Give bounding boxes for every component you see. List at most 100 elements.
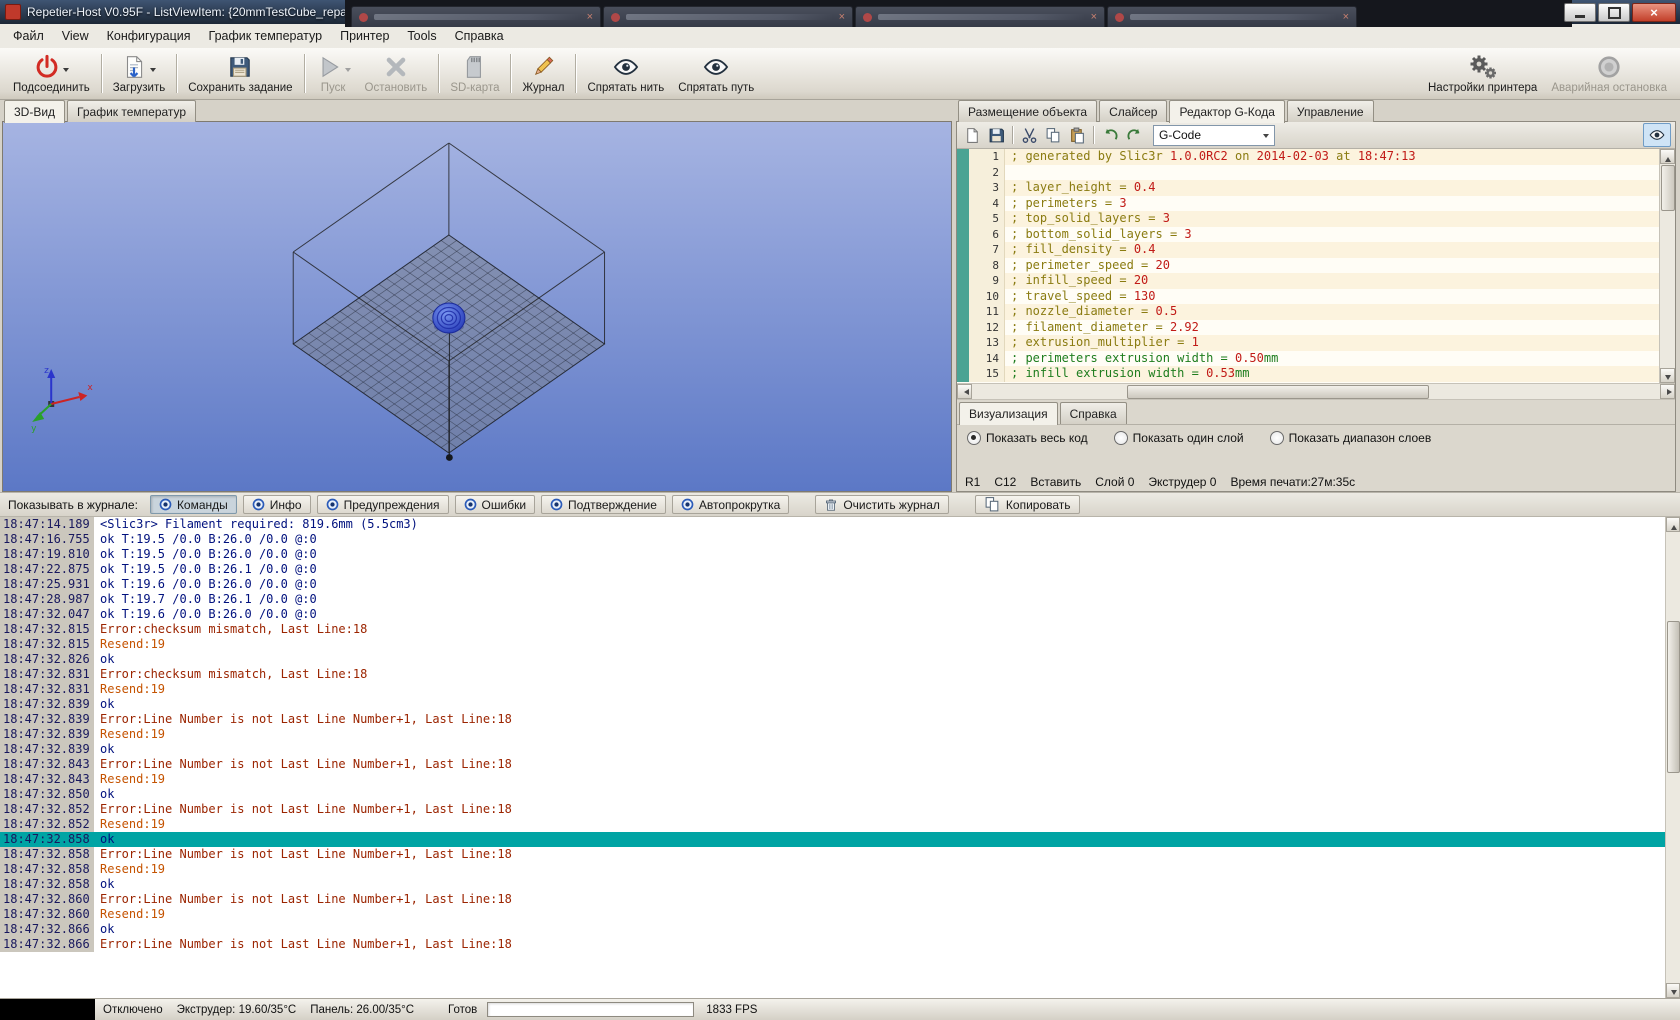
log-row[interactable]: 18:47:32.858ok: [0, 832, 1666, 847]
scroll-left-arrow[interactable]: [957, 384, 972, 399]
cut-button[interactable]: [1018, 125, 1040, 146]
log-row[interactable]: 18:47:32.858ok: [0, 877, 1666, 892]
gcode-line[interactable]: 6; bottom_solid_layers = 3: [957, 227, 1659, 243]
scroll-down-arrow[interactable]: [1666, 983, 1680, 998]
log-row[interactable]: 18:47:32.815Resend:19: [0, 637, 1666, 652]
clear-log-button[interactable]: Очистить журнал: [815, 495, 949, 514]
tab-gcode-editor[interactable]: Редактор G-Кода: [1169, 100, 1284, 123]
log-row[interactable]: 18:47:32.866ok: [0, 922, 1666, 937]
toggle-preview-button[interactable]: [1643, 123, 1671, 147]
gcode-line[interactable]: 15; infill extrusion width = 0.53mm: [957, 366, 1659, 382]
maximize-button[interactable]: [1598, 3, 1630, 22]
log-output[interactable]: 18:47:14.189<Slic3r> Filament required: …: [0, 517, 1666, 998]
copy-log-button[interactable]: Копировать: [975, 495, 1080, 514]
log-row[interactable]: 18:47:32.866Error:Line Number is not Las…: [0, 937, 1666, 952]
gcode-line[interactable]: 8; perimeter_speed = 20: [957, 258, 1659, 274]
log-row[interactable]: 18:47:25.931ok T:19.6 /0.0 B:26.0 /0.0 @…: [0, 577, 1666, 592]
gcode-line[interactable]: 10; travel_speed = 130: [957, 289, 1659, 305]
tab-manual-control[interactable]: Управление: [1287, 100, 1374, 122]
log-toggle-errors[interactable]: Ошибки: [455, 495, 536, 514]
gcode-line[interactable]: 1; generated by Slic3r 1.0.0RC2 on 2014-…: [957, 149, 1659, 165]
log-toggle-info[interactable]: Инфо: [243, 495, 311, 514]
log-row[interactable]: 18:47:32.047ok T:19.6 /0.0 B:26.0 /0.0 @…: [0, 607, 1666, 622]
log-row[interactable]: 18:47:32.858Resend:19: [0, 862, 1666, 877]
gcode-line[interactable]: 3; layer_height = 0.4: [957, 180, 1659, 196]
log-scrollbar[interactable]: [1665, 517, 1680, 998]
log-row[interactable]: 18:47:14.189<Slic3r> Filament required: …: [0, 517, 1666, 532]
paste-button[interactable]: [1066, 125, 1088, 146]
subtab-visualization[interactable]: Визуализация: [959, 402, 1058, 425]
scroll-right-arrow[interactable]: [1660, 384, 1675, 399]
log-row[interactable]: 18:47:32.843Resend:19: [0, 772, 1666, 787]
toolbar-load-button[interactable]: Загрузить: [106, 49, 173, 98]
undo-button[interactable]: [1099, 125, 1121, 146]
toolbar-connect-button[interactable]: Подсоединить: [6, 49, 97, 98]
toolbar-hide-filament-button[interactable]: Спрятать нить: [580, 49, 671, 98]
log-row[interactable]: 18:47:32.839Error:Line Number is not Las…: [0, 712, 1666, 727]
gcode-line[interactable]: 9; infill_speed = 20: [957, 273, 1659, 289]
log-row[interactable]: 18:47:32.858Error:Line Number is not Las…: [0, 847, 1666, 862]
gcode-line[interactable]: 5; top_solid_layers = 3: [957, 211, 1659, 227]
tab-object-placement[interactable]: Размещение объекта: [958, 100, 1097, 122]
save-file-button[interactable]: [985, 125, 1007, 146]
gcode-line[interactable]: 2: [957, 165, 1659, 181]
radio-show-all-code[interactable]: Показать весь код: [967, 431, 1088, 445]
tab-3d-view[interactable]: 3D-Вид: [4, 100, 65, 123]
log-toggle-warnings[interactable]: Предупреждения: [317, 495, 449, 514]
gcode-mode-select[interactable]: G-Code: [1153, 125, 1275, 146]
gcode-code-area[interactable]: 1; generated by Slic3r 1.0.0RC2 on 2014-…: [957, 149, 1659, 383]
3d-viewport[interactable]: z x y: [2, 121, 952, 492]
close-button[interactable]: ×: [1632, 3, 1676, 22]
redo-button[interactable]: [1123, 125, 1145, 146]
menu-help[interactable]: Справка: [446, 26, 513, 46]
toolbar-save-job-button[interactable]: Сохранить задание: [181, 49, 299, 98]
menu-view[interactable]: View: [53, 26, 98, 46]
scroll-thumb[interactable]: [1127, 385, 1429, 399]
editor-horizontal-scrollbar[interactable]: [957, 384, 1675, 400]
log-row[interactable]: 18:47:32.839Resend:19: [0, 727, 1666, 742]
log-row[interactable]: 18:47:22.875ok T:19.5 /0.0 B:26.1 /0.0 @…: [0, 562, 1666, 577]
menu-temp-graph[interactable]: График температур: [200, 26, 332, 46]
minimize-button[interactable]: [1564, 3, 1596, 22]
new-file-button[interactable]: [961, 125, 983, 146]
scroll-up-arrow[interactable]: [1660, 149, 1675, 164]
radio-show-layer-range[interactable]: Показать диапазон слоев: [1270, 431, 1432, 445]
log-row[interactable]: 18:47:32.843Error:Line Number is not Las…: [0, 757, 1666, 772]
scroll-thumb[interactable]: [1667, 621, 1680, 773]
log-row[interactable]: 18:47:32.831Error:checksum mismatch, Las…: [0, 667, 1666, 682]
log-row[interactable]: 18:47:32.860Error:Line Number is not Las…: [0, 892, 1666, 907]
menu-tools[interactable]: Tools: [398, 26, 445, 46]
editor-vertical-scrollbar[interactable]: [1659, 149, 1675, 383]
print-object[interactable]: [433, 303, 465, 333]
scroll-down-arrow[interactable]: [1660, 368, 1675, 383]
scroll-thumb[interactable]: [1661, 165, 1675, 211]
log-row[interactable]: 18:47:32.852Error:Line Number is not Las…: [0, 802, 1666, 817]
dropdown-arrow-icon[interactable]: [63, 68, 69, 75]
gcode-line[interactable]: 7; fill_density = 0.4: [957, 242, 1659, 258]
menu-file[interactable]: Файл: [4, 26, 53, 46]
menu-config[interactable]: Конфигурация: [98, 26, 200, 46]
gcode-line[interactable]: 14; perimeters extrusion width = 0.50mm: [957, 351, 1659, 367]
log-row[interactable]: 18:47:32.850ok: [0, 787, 1666, 802]
copy-button[interactable]: [1042, 125, 1064, 146]
log-row[interactable]: 18:47:32.852Resend:19: [0, 817, 1666, 832]
gcode-line[interactable]: 4; perimeters = 3: [957, 196, 1659, 212]
log-row[interactable]: 18:47:16.755ok T:19.5 /0.0 B:26.0 /0.0 @…: [0, 532, 1666, 547]
menu-printer[interactable]: Принтер: [331, 26, 398, 46]
radio-show-single-layer[interactable]: Показать один слой: [1114, 431, 1244, 445]
log-row[interactable]: 18:47:32.831Resend:19: [0, 682, 1666, 697]
tab-slicer[interactable]: Слайсер: [1099, 100, 1167, 122]
scroll-up-arrow[interactable]: [1666, 517, 1680, 532]
gcode-line[interactable]: 13; extrusion_multiplier = 1: [957, 335, 1659, 351]
dropdown-arrow-icon[interactable]: [345, 68, 351, 75]
log-row[interactable]: 18:47:32.826ok: [0, 652, 1666, 667]
log-row[interactable]: 18:47:32.815Error:checksum mismatch, Las…: [0, 622, 1666, 637]
log-row[interactable]: 18:47:28.987ok T:19.7 /0.0 B:26.1 /0.0 @…: [0, 592, 1666, 607]
log-row[interactable]: 18:47:32.839ok: [0, 742, 1666, 757]
log-row[interactable]: 18:47:32.839ok: [0, 697, 1666, 712]
dropdown-arrow-icon[interactable]: [150, 68, 156, 75]
log-toggle-autoscroll[interactable]: Автопрокрутка: [672, 495, 789, 514]
toolbar-printer-settings-button[interactable]: Настройки принтера: [1421, 49, 1544, 98]
log-toggle-commands[interactable]: Команды: [150, 495, 237, 514]
subtab-help[interactable]: Справка: [1060, 402, 1127, 424]
